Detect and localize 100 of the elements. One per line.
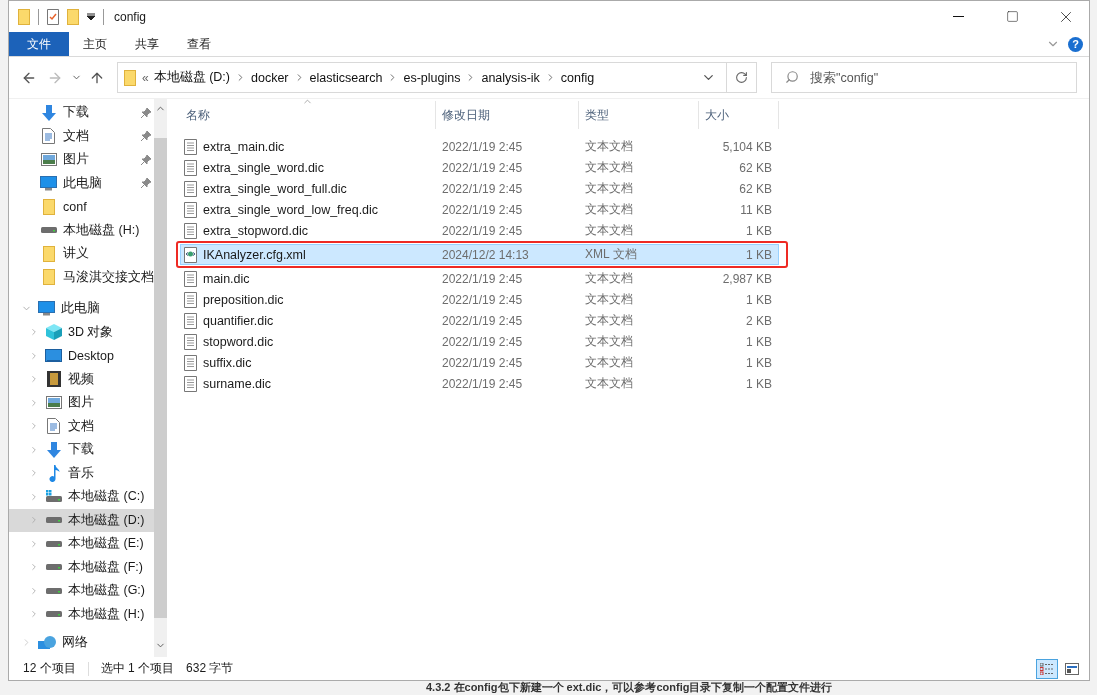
address-field[interactable]: « 本地磁盘 (D:) docker elasticsearch es-plugins analysis-ik config	[117, 62, 757, 93]
collapsed-icon[interactable]	[29, 562, 39, 573]
sidebar-item[interactable]: 此电脑	[9, 171, 154, 195]
collapsed-icon[interactable]	[29, 397, 39, 408]
collapsed-icon[interactable]	[29, 538, 39, 549]
file-row[interactable]: extra_main.dic 2022/1/19 2:45 文本文档 5,104 KB	[180, 136, 779, 157]
sidebar-label: 网络	[62, 634, 89, 652]
file-row[interactable]: surname.dic 2022/1/19 2:45 文本文档 1 KB	[180, 373, 779, 394]
sidebar-item[interactable]: Desktop	[9, 344, 154, 368]
column-header[interactable]: 类型	[579, 101, 699, 129]
modified-date: 2022/1/19 2:45	[441, 376, 524, 391]
text-file-icon	[184, 180, 197, 197]
collapsed-icon[interactable]	[29, 491, 39, 502]
sidebar-item[interactable]: 视频	[9, 367, 154, 391]
sidebar-item[interactable]: 图片	[9, 391, 154, 415]
modified-date: 2022/1/19 2:45	[441, 334, 524, 349]
sidebar-item[interactable]: 本地磁盘 (G:)	[9, 579, 154, 603]
sidebar-item[interactable]: 文档	[9, 124, 154, 148]
sidebar-item[interactable]: 下载	[9, 101, 154, 125]
sidebar-item[interactable]: 本地磁盘 (H:)	[9, 602, 154, 626]
collapsed-icon[interactable]	[29, 468, 39, 479]
text-file-icon	[184, 159, 197, 176]
file-row[interactable]: stopword.dic 2022/1/19 2:45 文本文档 1 KB	[180, 331, 779, 352]
overflow-chevrons[interactable]: «	[142, 70, 149, 85]
file-type: 文本文档	[584, 138, 634, 155]
breadcrumb[interactable]: elasticsearch	[309, 70, 383, 85]
sidebar-item[interactable]: 本地磁盘 (D:)	[9, 508, 154, 532]
column-header[interactable]: 大小	[699, 101, 779, 129]
sidebar-item[interactable]: 马浚淇交接文档	[9, 265, 154, 289]
collapsed-icon[interactable]	[29, 374, 39, 385]
sidebar-item[interactable]: 本地磁盘 (F:)	[9, 555, 154, 579]
sidebar-label: 本地磁盘 (D:)	[68, 511, 146, 529]
sidebar-item[interactable]: conf	[9, 195, 154, 219]
file-name: stopword.dic	[203, 334, 274, 349]
sidebar-item[interactable]: 图片	[9, 148, 154, 172]
file-name: extra_stopword.dic	[203, 223, 308, 238]
ribbon-tab[interactable]: 主页	[69, 32, 121, 56]
file-size: 1 KB	[745, 334, 773, 349]
file-row[interactable]: quantifier.dic 2022/1/19 2:45 文本文档 2 KB	[180, 310, 779, 331]
collapsed-icon[interactable]	[29, 327, 39, 338]
file-row[interactable]: extra_stopword.dic 2022/1/19 2:45 文本文档 1 KB	[180, 220, 779, 241]
file-row[interactable]: suffix.dic 2022/1/19 2:45 文本文档 1 KB	[180, 352, 779, 373]
sidebar-label: 马浚淇交接文档	[63, 268, 154, 286]
file-row[interactable]: main.dic 2022/1/19 2:45 文本文档 2,987 KB	[180, 268, 779, 289]
file-row[interactable]: extra_single_word_low_freq.dic 2022/1/19 2:45 文本文档 11 KB	[180, 199, 779, 220]
breadcrumb[interactable]: config	[560, 70, 595, 85]
modified-date: 2022/1/19 2:45	[441, 181, 524, 196]
file-row[interactable]: preposition.dic 2022/1/19 2:45 文本文档 1 KB	[180, 289, 779, 310]
text-file-icon	[184, 354, 197, 371]
breadcrumb[interactable]: 本地磁盘 (D:)	[153, 69, 230, 86]
file-row[interactable]: IKAnalyzer.cfg.xml 2024/12/2 14:13 XML 文档 1 KB	[180, 244, 779, 265]
column-header[interactable]: 修改日期	[436, 101, 579, 129]
file-name: surname.dic	[203, 376, 272, 391]
help-button[interactable]: ?	[1068, 36, 1083, 52]
xml-file-icon	[184, 246, 197, 263]
column-header[interactable]: 名称	[180, 101, 436, 129]
sidebar-item[interactable]: 音乐	[9, 461, 154, 485]
refresh-icon	[735, 71, 748, 84]
folder-icon	[42, 269, 55, 286]
sidebar-item[interactable]: 本地磁盘 (E:)	[9, 532, 154, 556]
pin-icon	[141, 107, 151, 118]
collapsed-icon[interactable]	[29, 421, 39, 432]
sidebar-item[interactable]: 此电脑	[9, 297, 154, 321]
ribbon-tab[interactable]: 共享	[121, 32, 173, 56]
sidebar-item[interactable]: 讲义	[9, 242, 154, 266]
collapsed-icon[interactable]	[29, 515, 39, 526]
collapsed-icon[interactable]	[29, 609, 39, 620]
sidebar-label: 此电脑	[61, 300, 101, 318]
modified-date: 2022/1/19 2:45	[441, 139, 524, 154]
file-size: 11 KB	[739, 202, 773, 217]
dropdown-arrow-icon[interactable]	[87, 12, 95, 21]
properties-icon[interactable]	[47, 8, 59, 25]
text-file-icon	[184, 312, 197, 329]
sidebar-label: 文档	[63, 127, 90, 145]
ribbon-tab[interactable]: 查看	[173, 32, 225, 56]
sidebar-label: 本地磁盘 (H:)	[63, 221, 141, 239]
view-button[interactable]	[1036, 658, 1058, 679]
sidebar-item[interactable]: 网络	[9, 631, 154, 655]
sidebar-label: 此电脑	[63, 174, 103, 192]
breadcrumb[interactable]: docker	[251, 70, 289, 85]
sidebar-item[interactable]: 下载	[9, 438, 154, 462]
file-type: 文本文档	[584, 375, 634, 392]
file-name: extra_single_word_low_freq.dic	[203, 202, 379, 217]
breadcrumb[interactable]: analysis-ik	[481, 70, 540, 85]
breadcrumb[interactable]: es-plugins	[403, 70, 461, 85]
file-type: 文本文档	[584, 312, 634, 329]
ribbon-tab[interactable]: 文件	[9, 32, 69, 56]
sidebar-item[interactable]: 文档	[9, 414, 154, 438]
collapsed-icon[interactable]	[29, 444, 39, 455]
sidebar-item[interactable]: 3D 对象	[9, 320, 154, 344]
collapsed-icon[interactable]	[29, 585, 39, 596]
sidebar-item[interactable]: 本地磁盘 (H:)	[9, 218, 154, 242]
modified-date: 2022/1/19 2:45	[441, 292, 524, 307]
collapsed-icon[interactable]	[29, 350, 39, 361]
file-row[interactable]: extra_single_word.dic 2022/1/19 2:45 文本文档 62 KB	[180, 157, 779, 178]
sidebar-label: 本地磁盘 (E:)	[68, 535, 145, 553]
file-size: 1 KB	[745, 292, 773, 307]
search-field[interactable]: 搜索"config"	[771, 62, 1077, 93]
file-row[interactable]: extra_single_word_full.dic 2022/1/19 2:45 文本文档 62 KB	[180, 178, 779, 199]
sidebar-item[interactable]: 本地磁盘 (C:)	[9, 485, 154, 509]
